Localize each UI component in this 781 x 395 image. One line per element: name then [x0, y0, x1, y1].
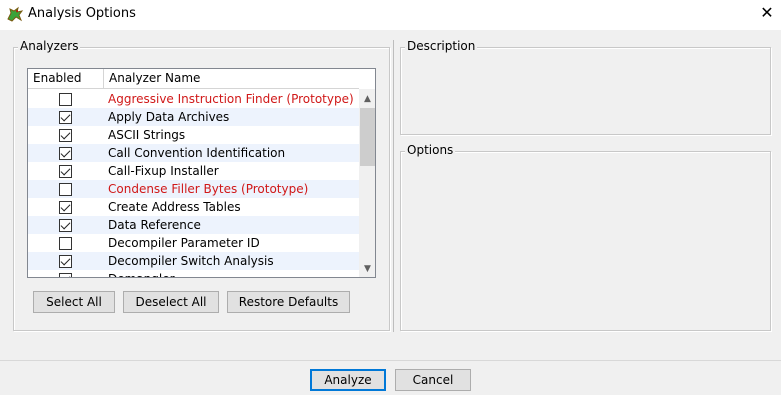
footer-separator: [0, 360, 781, 361]
vertical-scrollbar[interactable]: ▲ ▼: [359, 89, 375, 277]
enabled-checkbox[interactable]: [59, 201, 72, 214]
table-row[interactable]: Call Convention Identification: [28, 144, 359, 162]
table-row[interactable]: Data Reference: [28, 216, 359, 234]
options-group-label: Options: [405, 143, 456, 157]
select-all-button[interactable]: Select All: [33, 291, 115, 313]
enabled-checkbox[interactable]: [59, 111, 72, 124]
dragon-app-icon: [7, 6, 24, 22]
cancel-button[interactable]: Cancel: [395, 369, 471, 391]
options-group: [400, 151, 771, 331]
enabled-checkbox[interactable]: [59, 273, 72, 277]
description-group: [400, 47, 771, 135]
table-row[interactable]: Demangler: [28, 270, 359, 277]
scroll-up-icon[interactable]: ▲: [359, 91, 375, 108]
analyzers-table: Enabled Analyzer Name Aggressive Instruc…: [27, 68, 376, 278]
analyzer-name: ASCII Strings: [108, 128, 186, 142]
analyzer-name: Decompiler Switch Analysis: [108, 254, 274, 268]
table-header: Enabled Analyzer Name: [28, 69, 359, 89]
analyzers-rows: Aggressive Instruction Finder (Prototype…: [28, 90, 359, 277]
restore-defaults-button[interactable]: Restore Defaults: [227, 291, 350, 313]
table-row[interactable]: Decompiler Parameter ID: [28, 234, 359, 252]
enabled-checkbox[interactable]: [59, 147, 72, 160]
analyzer-name: Condense Filler Bytes (Prototype): [108, 182, 309, 196]
close-icon[interactable]: ✕: [758, 4, 776, 22]
panel-divider: [393, 40, 394, 332]
enabled-checkbox[interactable]: [59, 93, 72, 106]
enabled-checkbox[interactable]: [59, 129, 72, 142]
analyzer-name: Call Convention Identification: [108, 146, 286, 160]
table-row[interactable]: ASCII Strings: [28, 126, 359, 144]
table-row[interactable]: Decompiler Switch Analysis: [28, 252, 359, 270]
analyzer-name: Data Reference: [108, 218, 201, 232]
enabled-checkbox[interactable]: [59, 219, 72, 232]
column-header-enabled[interactable]: Enabled: [28, 69, 104, 89]
table-row[interactable]: Call-Fixup Installer: [28, 162, 359, 180]
description-group-label: Description: [405, 39, 478, 53]
analyzer-name: Demangler: [108, 271, 175, 277]
analyzer-name: Aggressive Instruction Finder (Prototype…: [108, 92, 354, 106]
analyzers-group-label: Analyzers: [18, 39, 81, 53]
enabled-checkbox[interactable]: [59, 255, 72, 268]
analyzer-name: Create Address Tables: [108, 200, 241, 214]
enabled-checkbox[interactable]: [59, 183, 72, 196]
analyzer-name: Call-Fixup Installer: [108, 164, 219, 178]
title-bar: Analysis Options ✕: [0, 0, 781, 30]
window-title: Analysis Options: [28, 6, 136, 21]
column-header-analyzer-name[interactable]: Analyzer Name: [104, 69, 359, 89]
analyzer-name: Apply Data Archives: [108, 110, 230, 124]
deselect-all-button[interactable]: Deselect All: [123, 291, 219, 313]
scrollbar-thumb[interactable]: [360, 108, 375, 166]
enabled-checkbox[interactable]: [59, 165, 72, 178]
enabled-checkbox[interactable]: [59, 237, 72, 250]
table-row[interactable]: Condense Filler Bytes (Prototype): [28, 180, 359, 198]
analyzer-name: Decompiler Parameter ID: [108, 236, 260, 250]
analyze-button[interactable]: Analyze: [310, 369, 386, 391]
table-row[interactable]: Aggressive Instruction Finder (Prototype…: [28, 90, 359, 108]
table-row[interactable]: Apply Data Archives: [28, 108, 359, 126]
scroll-down-icon[interactable]: ▼: [359, 261, 375, 277]
table-row[interactable]: Create Address Tables: [28, 198, 359, 216]
